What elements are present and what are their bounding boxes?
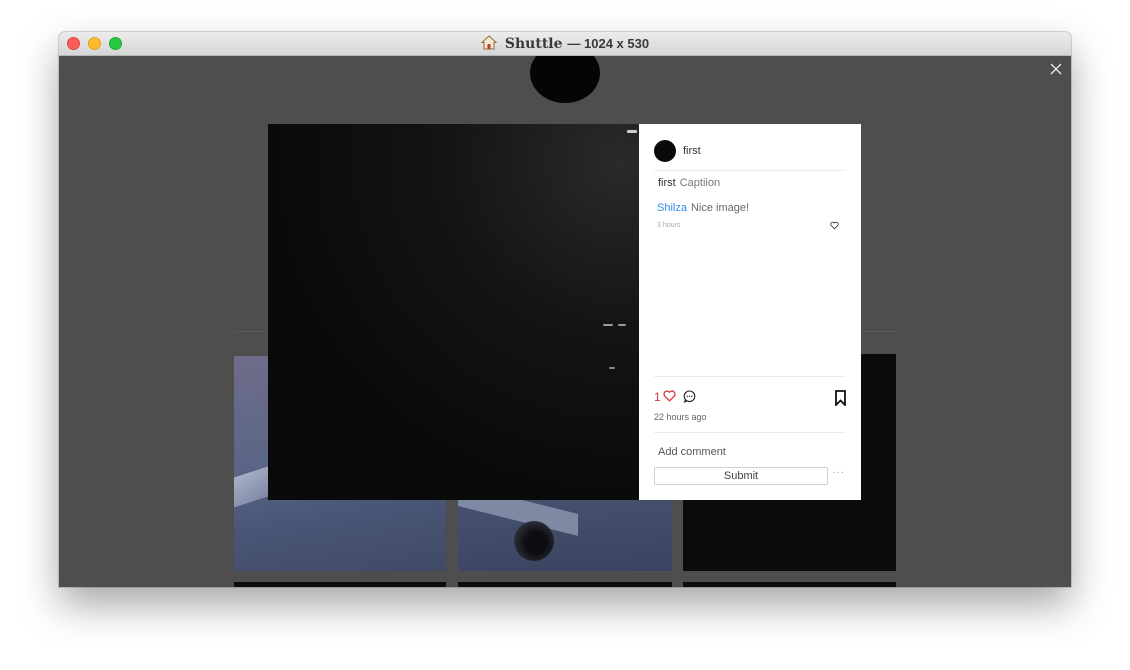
grid-photo-6[interactable]	[683, 582, 896, 587]
window-title: Shuttle — 1024 x 530	[59, 35, 1071, 52]
runway-light	[618, 324, 626, 326]
caption-username[interactable]: first	[658, 177, 676, 189]
grid-photo-4[interactable]	[234, 582, 446, 587]
submit-button[interactable]: Submit	[654, 467, 828, 485]
post-username[interactable]: first	[683, 145, 701, 157]
post-timestamp: 22 hours ago	[654, 412, 707, 422]
comment-text: Nice image!	[690, 202, 750, 214]
heart-icon[interactable]	[663, 390, 676, 402]
comment-input[interactable]	[654, 446, 838, 458]
profile-avatar	[530, 56, 600, 103]
close-icon[interactable]	[1049, 62, 1063, 76]
app-window: Shuttle — 1024 x 530 first first Captiio…	[59, 32, 1071, 587]
window-dimensions: — 1024 x 530	[567, 36, 650, 51]
like-count: 1	[654, 390, 661, 404]
runway-light	[609, 367, 615, 369]
grid-photo-5[interactable]	[458, 582, 672, 587]
comment-username[interactable]: Shilza	[657, 202, 687, 214]
avatar[interactable]	[654, 140, 676, 162]
more-options-button[interactable]: ···	[832, 467, 845, 478]
divider	[654, 376, 846, 377]
comment-time: 3 hours	[657, 222, 681, 229]
runway-light	[603, 324, 613, 326]
window-title-text: Shuttle	[504, 36, 563, 52]
post-details-panel: first first Captiion Shilza Nice image! 3 …	[639, 124, 861, 500]
home-icon	[480, 35, 497, 50]
post-image[interactable]	[268, 124, 639, 500]
comment-item: Shilza Nice image!	[657, 202, 749, 214]
runway-light	[627, 130, 637, 133]
post-header: first	[654, 140, 846, 171]
lightbox-overlay[interactable]: first first Captiion Shilza Nice image! 3 …	[59, 56, 1071, 587]
chat-icon[interactable]	[683, 390, 696, 403]
divider	[654, 432, 846, 433]
caption-text: Captiion	[679, 177, 721, 189]
comment-heart-icon[interactable]	[830, 221, 839, 230]
title-bar: Shuttle — 1024 x 530	[59, 32, 1071, 56]
bookmark-icon[interactable]	[835, 390, 846, 406]
post-caption: first Captiion	[658, 177, 720, 189]
post-modal: first first Captiion Shilza Nice image! 3 …	[268, 124, 861, 500]
